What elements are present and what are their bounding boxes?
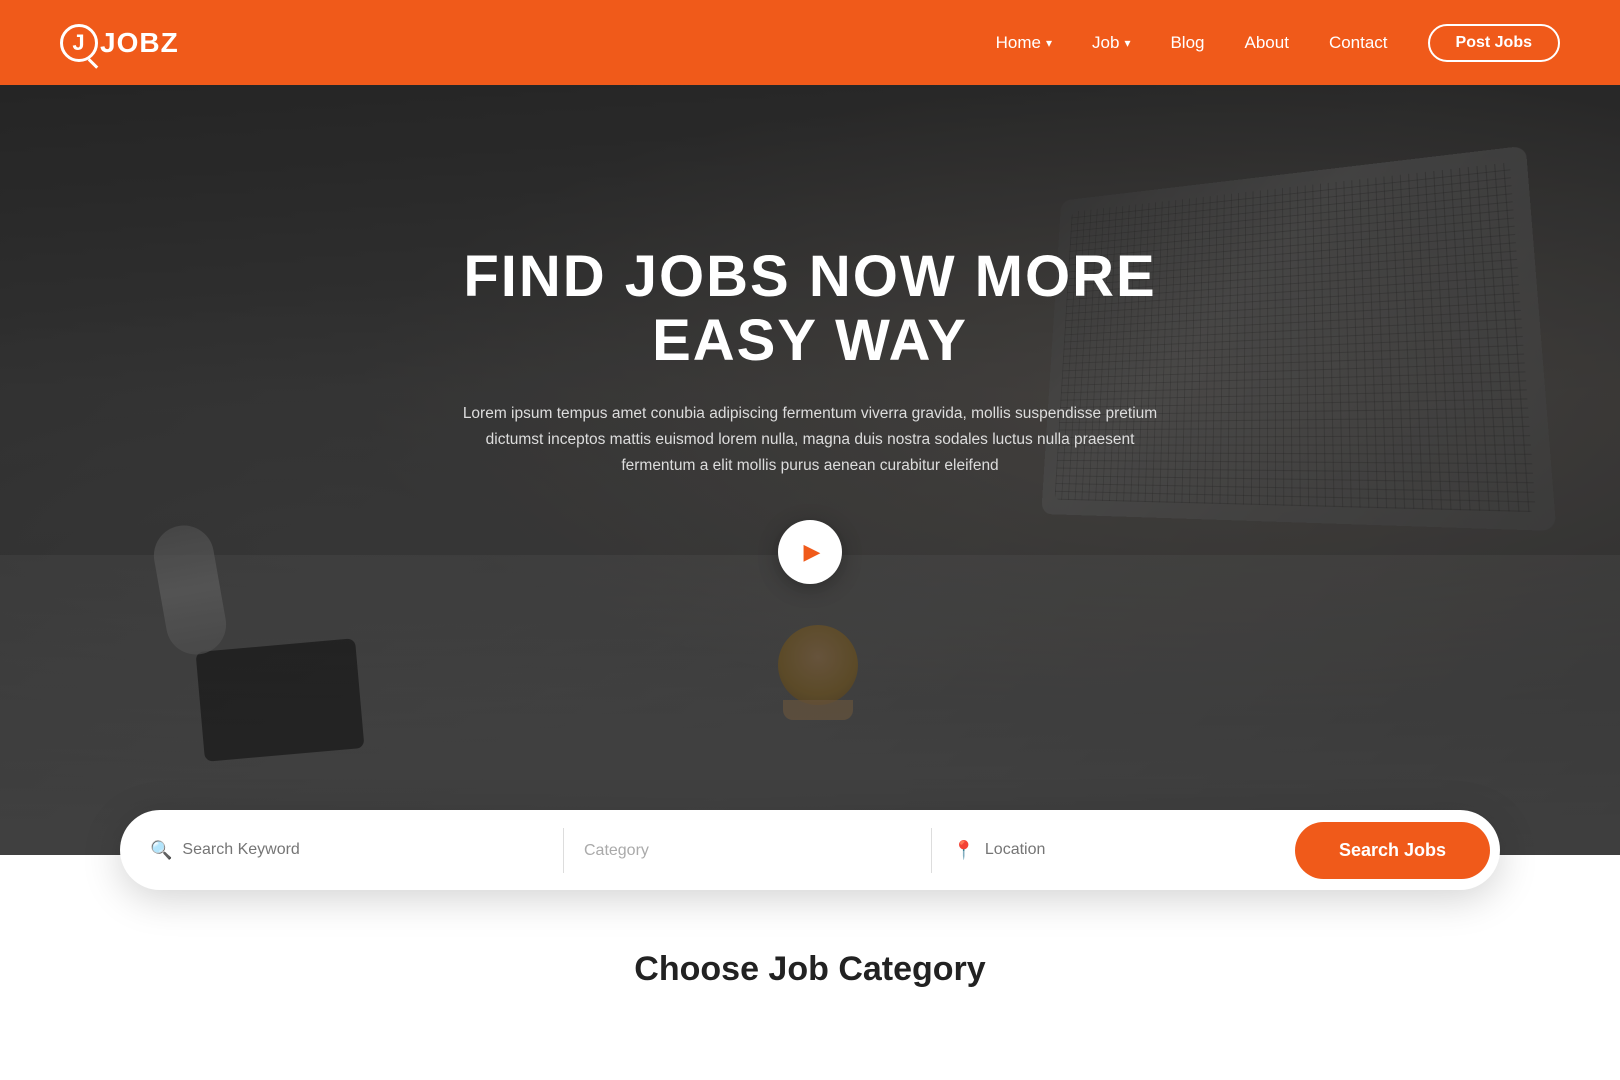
post-jobs-button[interactable]: Post Jobs [1428,24,1560,62]
category-select[interactable]: Category Design Development Marketing Fi… [584,842,911,859]
chevron-down-icon: ▾ [1046,36,1052,50]
logo-text: JOBZ [100,27,179,59]
nav-blog[interactable]: Blog [1170,33,1204,53]
location-input[interactable] [985,841,1280,859]
chevron-down-icon: ▾ [1124,36,1130,50]
search-bar: 🔍 Category Design Development Marketing … [120,810,1500,890]
hero-subtitle: Lorem ipsum tempus amet conubia adipisci… [460,401,1160,480]
divider-1 [563,828,564,873]
play-icon: ▶ [804,539,821,565]
logo[interactable]: J JOBZ [60,24,179,62]
keyword-field: 🔍 [150,840,543,861]
nav-home[interactable]: Home ▾ [996,33,1052,53]
location-icon: 📍 [952,840,974,861]
bottom-section: Choose Job Category [0,890,1620,1019]
nav-contact[interactable]: Contact [1329,33,1388,53]
logo-letter: J [72,30,85,56]
hero-title: FIND JOBS NOW MORE EASY WAY [400,245,1220,373]
nav-job[interactable]: Job ▾ [1092,33,1130,53]
location-field: 📍 [952,840,1279,861]
search-jobs-button[interactable]: Search Jobs [1295,822,1490,879]
hero-section: FIND JOBS NOW MORE EASY WAY Lorem ipsum … [0,85,1620,855]
main-nav: Home ▾ Job ▾ Blog About Contact Post Job… [996,24,1560,62]
play-button[interactable]: ▶ [778,520,842,584]
bottom-title: Choose Job Category [120,950,1500,989]
header: J JOBZ Home ▾ Job ▾ Blog About Contact P… [0,0,1620,85]
nav-about[interactable]: About [1245,33,1289,53]
search-icon: 🔍 [150,840,172,861]
category-field: Category Design Development Marketing Fi… [584,842,911,859]
search-keyword-input[interactable] [182,841,543,859]
search-bar-wrapper: 🔍 Category Design Development Marketing … [0,810,1620,890]
logo-search-line [88,58,99,69]
logo-icon: J [60,24,98,62]
divider-2 [931,828,932,873]
hero-content: FIND JOBS NOW MORE EASY WAY Lorem ipsum … [400,85,1220,584]
